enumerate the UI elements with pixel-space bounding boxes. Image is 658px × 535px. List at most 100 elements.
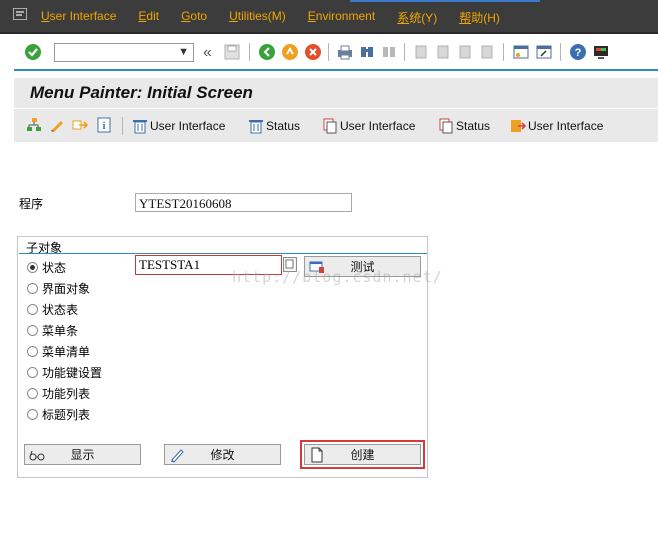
chevron-down-icon[interactable]: ▼ xyxy=(178,46,189,58)
radio-button[interactable] xyxy=(27,346,38,357)
toolbar-separator xyxy=(404,43,405,61)
menu-bar-accent xyxy=(350,0,540,2)
toolbar-separator xyxy=(560,43,561,61)
create-button[interactable]: 创建 xyxy=(300,440,425,469)
new-document-icon xyxy=(309,447,325,463)
change-button[interactable]: 修改 xyxy=(164,444,281,465)
radio-button[interactable] xyxy=(27,325,38,336)
status-input[interactable]: TESTSTA1 xyxy=(135,255,282,275)
radio-button[interactable] xyxy=(27,304,38,315)
back-chevron-icon[interactable]: « xyxy=(203,44,221,62)
standard-toolbar: ▼ « ? xyxy=(0,34,658,72)
left-border xyxy=(0,70,14,535)
radio-button[interactable] xyxy=(27,283,38,294)
enter-icon[interactable] xyxy=(24,43,42,61)
menu-item-4[interactable]: Environment xyxy=(308,9,375,26)
title-bar: Menu Painter: Initial Screen xyxy=(14,78,658,108)
display-button-label: 显示 xyxy=(70,448,95,462)
next-page-icon[interactable] xyxy=(456,43,474,61)
radio-option[interactable]: 菜单清单 xyxy=(27,343,90,360)
prev-page-icon[interactable] xyxy=(434,43,452,61)
program-label: 程序 xyxy=(19,197,44,211)
toolbar-divider xyxy=(14,69,658,71)
application-toolbar: i User Interface Status User Interface Stat… xyxy=(14,109,658,142)
glasses-icon xyxy=(29,447,45,463)
change-button-label: 修改 xyxy=(210,448,235,462)
menu-item-6[interactable]: 帮助(H) xyxy=(459,9,500,26)
rename-icon xyxy=(510,118,527,134)
radio-button[interactable] xyxy=(27,262,38,273)
radio-button[interactable] xyxy=(27,409,38,420)
menu-item-5[interactable]: 系统(Y) xyxy=(397,9,437,26)
app-button-4[interactable]: User Interface xyxy=(510,118,603,134)
radio-option[interactable]: 功能列表 xyxy=(27,385,90,402)
program-input[interactable]: YTEST20160608 xyxy=(135,193,352,212)
page-title: Menu Painter: Initial Screen xyxy=(30,83,253,102)
find-icon[interactable] xyxy=(358,43,376,61)
radio-button[interactable] xyxy=(27,388,38,399)
app-button-0[interactable]: User Interface xyxy=(132,118,225,134)
menu-item-3[interactable]: Utilities(M) xyxy=(229,9,286,26)
menu-bar: User Interface Edit Goto Utilities(M) Enviro… xyxy=(0,0,658,34)
app-button-label: User Interface xyxy=(340,119,416,133)
copy-icon xyxy=(438,118,454,134)
toolbar-separator xyxy=(328,43,329,61)
display-button[interactable]: 显示 xyxy=(24,444,141,465)
cancel-icon[interactable] xyxy=(304,43,322,61)
app-button-label: User Interface xyxy=(528,119,604,133)
radio-option[interactable]: 状态 xyxy=(27,259,66,276)
radio-label: 菜单条 xyxy=(42,324,79,338)
app-button-2[interactable]: User Interface xyxy=(322,118,415,134)
app-button-1[interactable]: Status xyxy=(248,118,300,134)
trash-icon xyxy=(132,118,148,134)
menu-item-0[interactable]: User Interface xyxy=(41,9,116,26)
radio-option[interactable]: 标题列表 xyxy=(27,406,90,423)
radio-label: 状态表 xyxy=(42,303,79,317)
status-input-value: TESTSTA1 xyxy=(139,257,201,272)
print-icon[interactable] xyxy=(336,43,354,61)
save-icon[interactable] xyxy=(223,43,241,61)
radio-option[interactable]: 状态表 xyxy=(27,301,78,318)
info-icon[interactable]: i xyxy=(96,117,112,133)
radio-label: 功能键设置 xyxy=(42,366,103,380)
menu-item-2[interactable]: Goto xyxy=(181,9,207,26)
system-menu-icon[interactable] xyxy=(13,8,27,20)
radio-label: 状态 xyxy=(42,261,67,275)
command-field[interactable]: ▼ xyxy=(54,43,194,62)
radio-option[interactable]: 界面对象 xyxy=(27,280,90,297)
app-button-label: Status xyxy=(266,119,301,133)
value-help-icon[interactable] xyxy=(283,257,297,272)
export-icon[interactable] xyxy=(72,117,89,133)
app-button-label: User Interface xyxy=(150,119,226,133)
new-session-icon[interactable] xyxy=(512,43,530,61)
group-divider xyxy=(19,253,427,254)
svg-text:?: ? xyxy=(575,47,582,59)
edit-pencil-icon[interactable] xyxy=(49,117,65,133)
radio-button[interactable] xyxy=(27,367,38,378)
find-next-icon[interactable] xyxy=(380,43,398,61)
trash-icon xyxy=(248,118,264,134)
program-input-value: YTEST20160608 xyxy=(139,196,232,211)
test-icon xyxy=(309,259,325,275)
radio-option[interactable]: 菜单条 xyxy=(27,322,78,339)
app-button-3[interactable]: Status xyxy=(438,118,490,134)
help-icon[interactable]: ? xyxy=(569,43,587,61)
radio-label: 界面对象 xyxy=(42,282,91,296)
exit-icon[interactable] xyxy=(281,43,299,61)
shortcut-icon[interactable] xyxy=(535,43,553,61)
customize-layout-icon[interactable] xyxy=(592,43,610,61)
menu-item-1[interactable]: Edit xyxy=(138,9,159,26)
radio-label: 菜单清单 xyxy=(42,345,91,359)
radio-label: 标题列表 xyxy=(42,408,91,422)
toolbar-separator xyxy=(122,117,123,135)
back-icon[interactable] xyxy=(258,43,276,61)
svg-text:i: i xyxy=(103,121,106,132)
last-page-icon[interactable] xyxy=(478,43,496,61)
radio-label: 功能列表 xyxy=(42,387,91,401)
pencil-icon xyxy=(169,447,185,463)
test-button[interactable]: 测试 xyxy=(304,256,421,277)
first-page-icon[interactable] xyxy=(412,43,430,61)
hierarchy-icon[interactable] xyxy=(26,117,42,133)
toolbar-separator xyxy=(503,43,504,61)
radio-option[interactable]: 功能键设置 xyxy=(27,364,102,381)
